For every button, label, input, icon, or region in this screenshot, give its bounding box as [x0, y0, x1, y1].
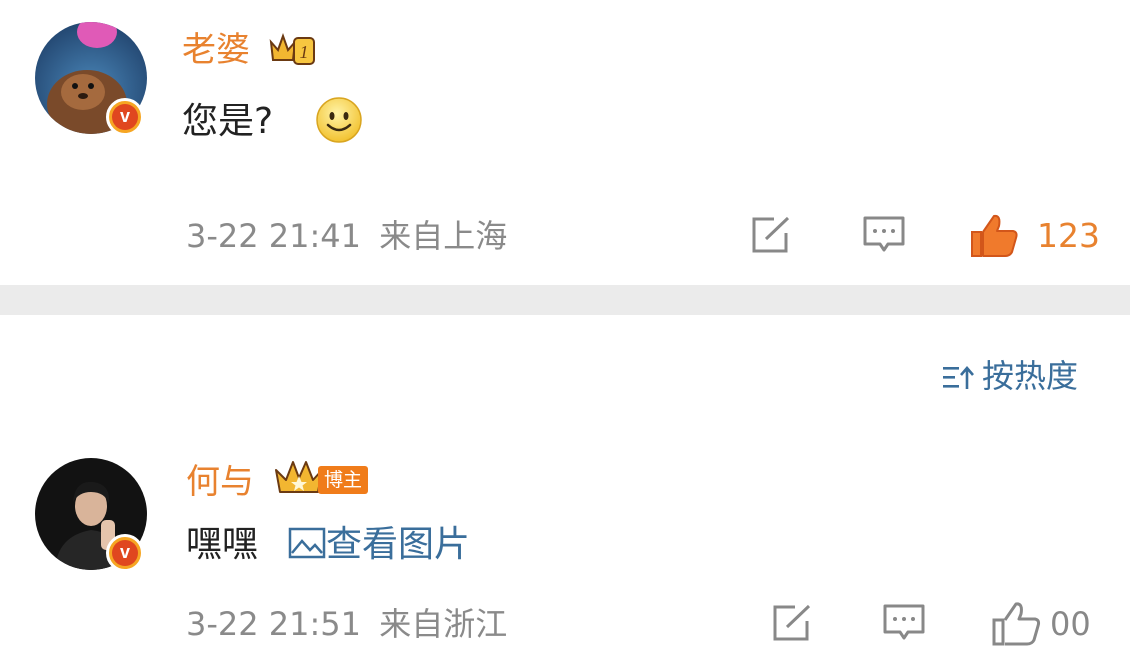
view-image-link[interactable]: 查看图片 [288, 523, 470, 567]
view-image-label: 查看图片 [326, 524, 471, 565]
share-icon[interactable] [750, 215, 794, 255]
comment-location: 来自浙江 [379, 605, 508, 643]
sort-label: 按热度 [982, 357, 1079, 395]
comment-text: 嘿嘿 [186, 524, 259, 565]
like-icon[interactable] [968, 212, 1020, 260]
share-icon[interactable] [771, 603, 815, 643]
section-divider [0, 285, 1130, 315]
like-count: 00 [1050, 605, 1091, 643]
sort-icon [943, 366, 974, 389]
sort-button[interactable]: 按热度 [942, 356, 1092, 398]
comment-icon[interactable] [882, 603, 926, 643]
verified-badge-icon: v [106, 534, 144, 572]
comment-time: 3-22 21:41 [186, 217, 362, 255]
comment-location: 来自上海 [379, 217, 508, 255]
image-icon [288, 527, 326, 559]
comment-time: 3-22 21:51 [186, 605, 362, 643]
comment-meta: 3-22 21:41 来自上海 [186, 216, 507, 256]
level-number: 1 [300, 42, 309, 62]
like-icon[interactable] [990, 600, 1042, 648]
comment-meta: 3-22 21:51 来自浙江 [186, 604, 507, 644]
username[interactable]: 老婆 [182, 30, 250, 70]
like-count: 123 [1037, 216, 1100, 255]
comment-icon[interactable] [862, 215, 906, 255]
blogger-badge: 博主 [318, 466, 369, 494]
username[interactable]: 何与 [186, 462, 254, 502]
smile-emoji-icon [316, 97, 362, 143]
comment-text: 您是? [182, 101, 274, 142]
level-crown-icon: 1 [269, 33, 315, 65]
verified-badge-icon: v [106, 98, 144, 136]
